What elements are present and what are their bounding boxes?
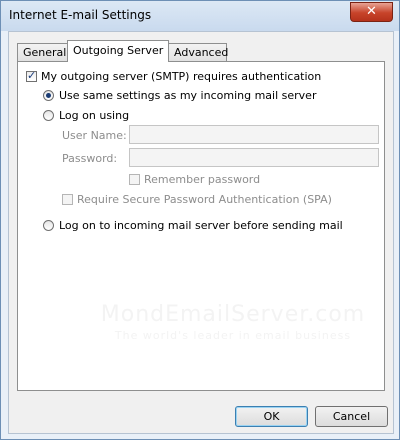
remember-password-label: Remember password [144,173,261,186]
password-label: Password: [62,152,118,165]
use-same-settings-label: Use same settings as my incoming mail se… [59,89,317,102]
watermark-title: MondEmailServer.com [100,302,366,327]
requires-auth-checkbox[interactable] [26,69,37,82]
spa-checkbox[interactable] [62,194,73,205]
requires-auth-label: My outgoing server (SMTP) requires authe… [41,70,322,83]
window-title: Internet E-mail Settings [9,8,152,22]
tab-outgoing-server[interactable]: Outgoing Server [67,40,169,62]
user-name-input[interactable] [129,125,379,144]
close-icon: ✕ [366,4,377,19]
ok-button[interactable]: OK [235,406,308,427]
tab-outgoing-server-label: Outgoing Server [73,44,164,57]
tab-advanced-label: Advanced [174,46,229,59]
log-on-incoming-row[interactable]: Log on to incoming mail server before se… [43,219,343,232]
use-same-settings-radio[interactable] [43,90,54,101]
log-on-incoming-radio[interactable] [43,220,54,231]
dialog-window: Internet E-mail Settings ✕ General Outgo… [0,0,400,440]
tab-advanced[interactable]: Advanced [168,43,229,61]
tab-general[interactable]: General [17,43,68,61]
watermark-subtitle: The world's leader in email business [114,329,352,342]
close-button[interactable]: ✕ [350,2,393,22]
log-on-using-label: Log on using [59,109,130,122]
log-on-using-row[interactable]: Log on using [43,109,129,122]
dialog-client-area: General Outgoing Server Advanced MondEma… [8,31,394,434]
title-bar[interactable]: Internet E-mail Settings ✕ [1,1,399,31]
outgoing-server-panel: MondEmailServer.com The world's leader i… [17,61,385,391]
log-on-using-radio[interactable] [43,110,54,121]
user-name-label: User Name: [62,129,127,142]
watermark: MondEmailServer.com The world's leader i… [78,302,388,342]
spa-label: Require Secure Password Authentication (… [77,193,332,206]
cancel-button[interactable]: Cancel [315,406,388,427]
remember-password-row[interactable]: Remember password [129,173,260,186]
remember-password-checkbox[interactable] [129,174,140,185]
use-same-settings-row[interactable]: Use same settings as my incoming mail se… [43,89,316,102]
requires-auth-row[interactable]: My outgoing server (SMTP) requires authe… [26,69,322,83]
log-on-incoming-label: Log on to incoming mail server before se… [59,219,343,232]
spa-row[interactable]: Require Secure Password Authentication (… [62,193,332,206]
password-input[interactable] [129,148,379,167]
tab-general-label: General [23,46,67,59]
